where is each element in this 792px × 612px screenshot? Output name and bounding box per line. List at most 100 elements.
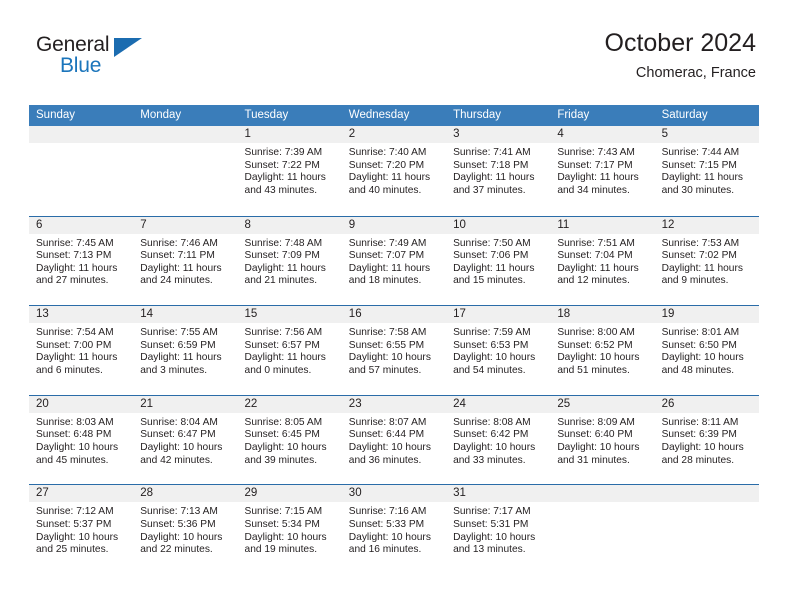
day-sunset-text: Sunset: 6:59 PM bbox=[140, 339, 216, 351]
calendar-day-cell[interactable]: 13 Sunrise: 7:54 AM Sunset: 7:00 PM Dayligh… bbox=[29, 306, 134, 395]
weekday-header-wednesday: Wednesday bbox=[348, 109, 410, 121]
day-number: 3 bbox=[446, 126, 551, 143]
calendar-day-cell[interactable]: 24 Sunrise: 8:08 AM Sunset: 6:42 PM Dayligh… bbox=[446, 395, 551, 485]
calendar-day-cell[interactable]: 16 Sunrise: 7:58 AM Sunset: 6:55 PM Dayligh… bbox=[341, 306, 447, 395]
calendar-day-cell[interactable]: 11 Sunrise: 7:51 AM Sunset: 7:04 PM Dayligh… bbox=[550, 216, 655, 306]
calendar-day-cell[interactable]: 29 Sunrise: 7:15 AM Sunset: 5:34 PM Dayligh… bbox=[237, 485, 342, 574]
day-sun-info: Sunrise: 7:46 AM Sunset: 7:11 PM Daylight:… bbox=[133, 234, 237, 288]
day-sunrise-text: Sunrise: 8:09 AM bbox=[557, 416, 635, 428]
day-sun-info: Sunrise: 8:00 AM Sunset: 6:52 PM Daylight:… bbox=[550, 323, 654, 377]
day-sunrise-text: Sunrise: 7:51 AM bbox=[557, 237, 635, 249]
calendar-day-cell[interactable]: 21 Sunrise: 8:04 AM Sunset: 6:47 PM Dayligh… bbox=[133, 395, 238, 485]
day-number: 28 bbox=[133, 485, 238, 503]
day-sunrise-text: Sunrise: 8:03 AM bbox=[36, 416, 114, 428]
day-daylight1-text: Daylight: 11 hours bbox=[36, 262, 118, 274]
calendar-day-cell[interactable]: 30 Sunrise: 7:16 AM Sunset: 5:33 PM Dayligh… bbox=[341, 485, 447, 574]
day-number: 9 bbox=[341, 216, 447, 234]
calendar-day-cell[interactable]: 31 Sunrise: 7:17 AM Sunset: 5:31 PM Dayligh… bbox=[446, 485, 551, 574]
day-sunset-text: Sunset: 5:33 PM bbox=[348, 518, 425, 530]
day-sunrise-text: Sunrise: 8:08 AM bbox=[453, 416, 531, 428]
day-sunrise-text: Sunrise: 7:50 AM bbox=[453, 237, 531, 249]
calendar-day-cell[interactable]: 7 Sunrise: 7:46 AM Sunset: 7:11 PM Daylight… bbox=[133, 216, 238, 306]
day-sunrise-text: Sunrise: 7:39 AM bbox=[244, 147, 323, 158]
day-sun-info: Sunrise: 7:15 AM Sunset: 5:34 PM Daylight:… bbox=[238, 502, 342, 556]
day-number: 16 bbox=[341, 306, 447, 324]
day-sunrise-text: Sunrise: 8:11 AM bbox=[661, 416, 739, 428]
calendar-day-cell[interactable]: 9 Sunrise: 7:49 AM Sunset: 7:07 PM Daylight… bbox=[341, 216, 447, 306]
day-number: 29 bbox=[237, 485, 342, 503]
day-sunset-text: Sunset: 7:18 PM bbox=[453, 159, 529, 171]
day-sun-info: Sunrise: 8:07 AM Sunset: 6:44 PM Daylight:… bbox=[342, 413, 446, 467]
day-number: 23 bbox=[341, 395, 447, 413]
calendar-day-cell[interactable]: 4 Sunrise: 7:43 AM Sunset: 7:17 PM Daylight… bbox=[550, 126, 655, 216]
day-sunset-text: Sunset: 5:36 PM bbox=[140, 518, 216, 530]
calendar-day-cell[interactable]: 12 Sunrise: 7:53 AM Sunset: 7:02 PM Dayligh… bbox=[654, 216, 759, 306]
calendar-day-cell[interactable]: 3 Sunrise: 7:41 AM Sunset: 7:18 PM Daylight… bbox=[446, 126, 551, 216]
day-sun-info: Sunrise: 8:08 AM Sunset: 6:42 PM Daylight:… bbox=[446, 413, 550, 467]
calendar-day-cell[interactable]: 17 Sunrise: 7:59 AM Sunset: 6:53 PM Dayligh… bbox=[446, 306, 551, 395]
calendar-day-cell[interactable]: 19 Sunrise: 8:01 AM Sunset: 6:50 PM Dayligh… bbox=[654, 306, 759, 395]
day-sun-info: Sunrise: 7:48 AM Sunset: 7:09 PM Daylight:… bbox=[238, 234, 342, 288]
calendar-day-cell[interactable]: 15 Sunrise: 7:56 AM Sunset: 6:57 PM Dayligh… bbox=[237, 306, 342, 395]
calendar-day-cell[interactable]: 1 Sunrise: 7:39 AM Sunset: 7:22 PM Daylight… bbox=[237, 126, 342, 216]
title-block: October 2024 Chomerac, France bbox=[605, 28, 757, 83]
day-daylight1-text: Daylight: 11 hours bbox=[36, 352, 118, 364]
day-sunset-text: Sunset: 6:47 PM bbox=[140, 429, 216, 441]
day-daylight1-text: Daylight: 10 hours bbox=[348, 352, 431, 364]
calendar-day-cell[interactable]: 14 Sunrise: 7:55 AM Sunset: 6:59 PM Dayligh… bbox=[133, 306, 238, 395]
day-daylight1-text: Daylight: 10 hours bbox=[244, 531, 327, 543]
calendar-day-cell[interactable]: 6 Sunrise: 7:45 AM Sunset: 7:13 PM Daylight… bbox=[29, 216, 134, 306]
day-sun-info: Sunrise: 7:51 AM Sunset: 7:04 PM Daylight:… bbox=[550, 234, 654, 288]
day-sun-info: Sunrise: 7:39 AM Sunset: 7:22 PM Daylight:… bbox=[238, 143, 342, 197]
day-number: 1 bbox=[237, 126, 342, 143]
calendar-day-cell[interactable]: 20 Sunrise: 8:03 AM Sunset: 6:48 PM Dayligh… bbox=[29, 395, 134, 485]
calendar-day-cell[interactable]: 28 Sunrise: 7:13 AM Sunset: 5:36 PM Dayligh… bbox=[133, 485, 238, 574]
calendar-week-row: 20 Sunrise: 8:03 AM Sunset: 6:48 PM Dayligh… bbox=[29, 394, 759, 485]
calendar-day-cell[interactable]: 27 Sunrise: 7:12 AM Sunset: 5:37 PM Dayligh… bbox=[29, 485, 134, 574]
day-sunset-text: Sunset: 7:06 PM bbox=[453, 250, 529, 262]
calendar-day-cell[interactable]: 8 Sunrise: 7:48 AM Sunset: 7:09 PM Daylight… bbox=[237, 216, 342, 306]
day-sunrise-text: Sunrise: 7:17 AM bbox=[453, 506, 531, 518]
day-daylight1-text: Daylight: 11 hours bbox=[661, 262, 743, 274]
day-sunset-text: Sunset: 7:22 PM bbox=[244, 159, 320, 171]
day-sun-info: Sunrise: 7:16 AM Sunset: 5:33 PM Daylight:… bbox=[342, 502, 446, 556]
calendar-day-cell[interactable]: 25 Sunrise: 8:09 AM Sunset: 6:40 PM Dayligh… bbox=[550, 395, 655, 485]
day-daylight2-text: and 33 minutes. bbox=[453, 454, 526, 466]
day-daylight1-text: Daylight: 10 hours bbox=[140, 441, 223, 453]
day-sunset-text: Sunset: 6:53 PM bbox=[453, 339, 529, 351]
calendar-day-cell[interactable]: 26 Sunrise: 8:11 AM Sunset: 6:39 PM Dayligh… bbox=[654, 395, 759, 485]
day-daylight2-text: and 30 minutes. bbox=[661, 184, 735, 196]
day-daylight2-text: and 57 minutes. bbox=[348, 364, 422, 376]
calendar-day-cell[interactable]: 18 Sunrise: 8:00 AM Sunset: 6:52 PM Dayligh… bbox=[550, 306, 655, 395]
day-number: 14 bbox=[133, 306, 238, 324]
calendar-day-cell[interactable]: 2 Sunrise: 7:40 AM Sunset: 7:20 PM Daylight… bbox=[341, 126, 447, 216]
calendar-day-cell[interactable]: 22 Sunrise: 8:05 AM Sunset: 6:45 PM Dayligh… bbox=[237, 395, 342, 485]
day-sun-info: Sunrise: 7:45 AM Sunset: 7:13 PM Daylight:… bbox=[29, 234, 133, 288]
day-number: 10 bbox=[446, 216, 551, 234]
day-number: 25 bbox=[550, 395, 655, 413]
logo-text-blue: Blue bbox=[60, 54, 102, 77]
day-daylight1-text: Daylight: 10 hours bbox=[36, 531, 119, 543]
day-sunset-text: Sunset: 6:57 PM bbox=[244, 339, 320, 351]
day-sun-info: Sunrise: 7:17 AM Sunset: 5:31 PM Daylight:… bbox=[446, 502, 550, 556]
day-daylight1-text: Daylight: 10 hours bbox=[453, 531, 536, 543]
day-daylight1-text: Daylight: 11 hours bbox=[140, 262, 222, 274]
day-daylight1-text: Daylight: 10 hours bbox=[661, 441, 744, 453]
day-sunrise-text: Sunrise: 7:49 AM bbox=[348, 237, 427, 249]
day-daylight1-text: Daylight: 10 hours bbox=[557, 352, 640, 364]
calendar-day-cell[interactable]: 10 Sunrise: 7:50 AM Sunset: 7:06 PM Dayligh… bbox=[446, 216, 551, 306]
day-daylight2-text: and 31 minutes. bbox=[557, 454, 630, 466]
day-sunrise-text: Sunrise: 7:45 AM bbox=[36, 237, 114, 249]
day-daylight1-text: Daylight: 10 hours bbox=[557, 441, 640, 453]
day-daylight1-text: Daylight: 11 hours bbox=[453, 262, 535, 274]
day-daylight1-text: Daylight: 11 hours bbox=[453, 172, 535, 184]
calendar-day-cell[interactable]: 5 Sunrise: 7:44 AM Sunset: 7:15 PM Daylight… bbox=[654, 126, 759, 216]
day-sun-info: Sunrise: 7:41 AM Sunset: 7:18 PM Daylight:… bbox=[446, 143, 550, 197]
calendar-day-cell-empty bbox=[133, 126, 238, 216]
calendar-day-cell[interactable]: 23 Sunrise: 8:07 AM Sunset: 6:44 PM Dayligh… bbox=[341, 395, 447, 485]
day-sunset-text: Sunset: 6:55 PM bbox=[348, 339, 425, 351]
day-daylight2-text: and 27 minutes. bbox=[36, 275, 109, 287]
day-sun-info: Sunrise: 7:50 AM Sunset: 7:06 PM Daylight:… bbox=[446, 234, 550, 288]
day-daylight2-text: and 54 minutes. bbox=[453, 364, 526, 376]
day-daylight1-text: Daylight: 11 hours bbox=[244, 262, 326, 274]
